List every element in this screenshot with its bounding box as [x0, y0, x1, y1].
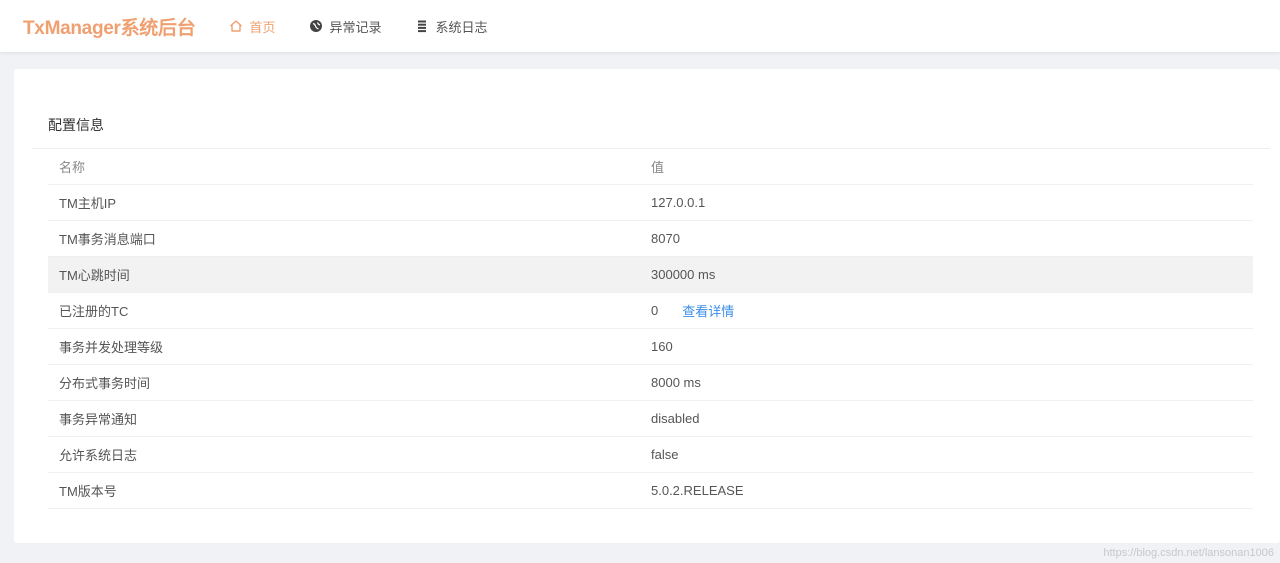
brand-title: TxManager系统后台	[23, 17, 196, 39]
row-value: 0 查看详情	[651, 301, 1253, 320]
list-icon	[415, 19, 429, 33]
config-card: 配置信息 名称 值 TM主机IP 127.0.0.1 TM事务消息端口 8070…	[14, 69, 1280, 543]
row-name: TM主机IP	[59, 196, 117, 211]
nav-item-label: 系统日志	[435, 19, 488, 35]
table-header: 名称 值	[48, 149, 1253, 185]
row-value: 160	[651, 339, 1253, 354]
row-name: 允许系统日志	[59, 448, 138, 463]
row-value-text: 160	[651, 339, 673, 354]
column-header-value: 值	[651, 160, 665, 175]
top-navbar: TxManager系统后台 首页 异常记录 系统日志	[0, 0, 1280, 52]
table-row: 允许系统日志 false	[48, 437, 1253, 473]
row-value: 127.0.0.1	[651, 195, 1253, 210]
table-row: 已注册的TC 0 查看详情	[48, 293, 1253, 329]
nav-item-label: 异常记录	[329, 19, 382, 35]
config-table: 名称 值 TM主机IP 127.0.0.1 TM事务消息端口 8070 TM心跳…	[48, 149, 1253, 509]
row-value-text: 8000 ms	[651, 375, 701, 390]
column-header-name: 名称	[59, 160, 86, 175]
table-row: 事务并发处理等级 160	[48, 329, 1253, 365]
row-value-text: 0	[651, 303, 659, 318]
row-name: 分布式事务时间	[59, 376, 151, 391]
nav-item-system-log[interactable]: 系统日志	[415, 0, 487, 52]
globe-icon	[309, 19, 323, 33]
watermark: https://blog.csdn.net/lansonan1006	[1103, 547, 1274, 559]
table-row: TM事务消息端口 8070	[48, 221, 1253, 257]
row-value: 5.0.2.RELEASE	[651, 483, 1253, 498]
row-value-text: 8070	[651, 231, 680, 246]
row-name: 已注册的TC	[59, 304, 129, 319]
table-row: TM心跳时间 300000 ms	[48, 257, 1253, 293]
row-value-text: 5.0.2.RELEASE	[651, 483, 744, 498]
home-icon	[229, 19, 243, 33]
row-name: TM事务消息端口	[59, 232, 156, 247]
nav-item-exceptions[interactable]: 异常记录	[309, 0, 381, 52]
table-row: TM版本号 5.0.2.RELEASE	[48, 473, 1253, 509]
row-value: disabled	[651, 411, 1253, 426]
row-value: false	[651, 447, 1253, 462]
row-name: 事务并发处理等级	[59, 340, 164, 355]
row-name: TM心跳时间	[59, 268, 130, 283]
table-row: TM主机IP 127.0.0.1	[48, 185, 1253, 221]
row-value-text: false	[651, 447, 679, 462]
table-row: 事务异常通知 disabled	[48, 401, 1253, 437]
row-value-text: 300000 ms	[651, 267, 716, 282]
row-name: TM版本号	[59, 484, 117, 499]
nav-item-label: 首页	[249, 19, 276, 35]
table-row: 分布式事务时间 8000 ms	[48, 365, 1253, 401]
main-nav: 首页 异常记录 系统日志	[229, 0, 521, 52]
row-name: 事务异常通知	[59, 412, 138, 427]
row-value-text: disabled	[651, 411, 700, 426]
card-title: 配置信息	[48, 117, 104, 133]
row-value: 8000 ms	[651, 375, 1253, 390]
row-value-text: 127.0.0.1	[651, 195, 706, 210]
view-details-link[interactable]: 查看详情	[682, 301, 734, 320]
row-value: 300000 ms	[651, 267, 1253, 282]
nav-item-home[interactable]: 首页	[229, 0, 275, 52]
row-value: 8070	[651, 231, 1253, 246]
